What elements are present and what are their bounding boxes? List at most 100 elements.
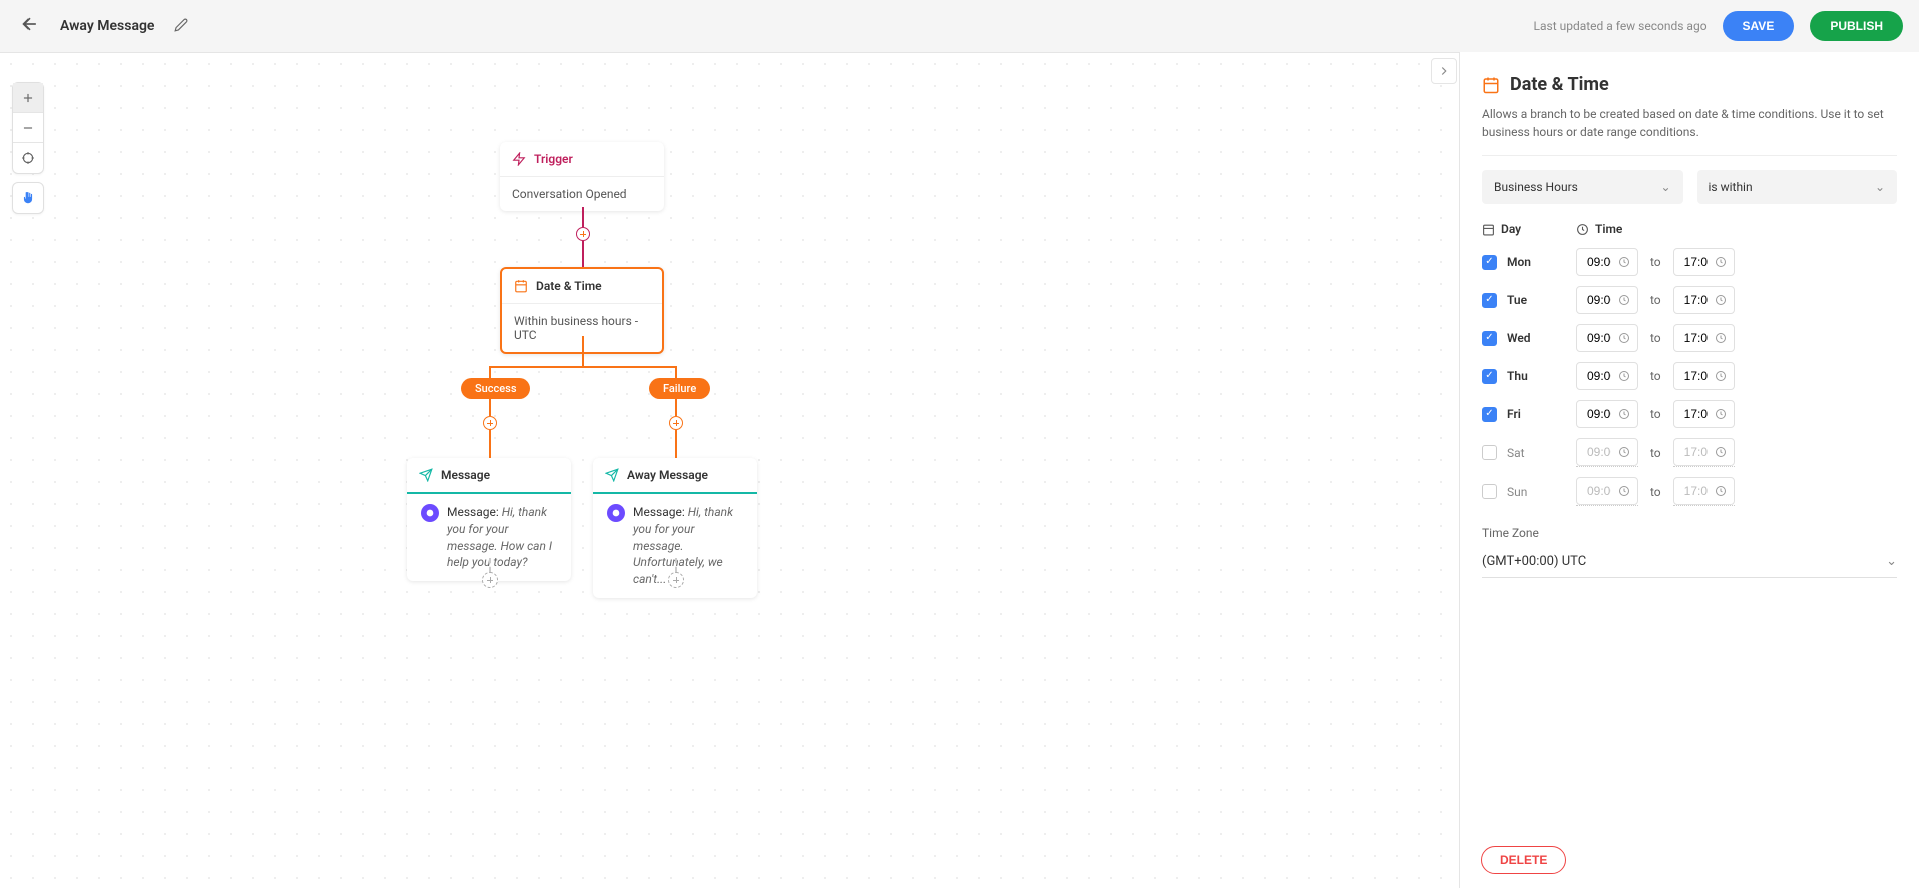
side-panel: Date & Time Allows a branch to be create… bbox=[1459, 52, 1919, 888]
chevron-down-icon: ⌄ bbox=[1875, 180, 1885, 194]
day-label: Mon bbox=[1507, 255, 1531, 269]
day-label: Fri bbox=[1507, 407, 1521, 421]
end-time-input[interactable] bbox=[1673, 286, 1735, 314]
start-time-input[interactable] bbox=[1576, 286, 1638, 314]
day-label: Tue bbox=[1507, 293, 1527, 307]
panel-description: Allows a branch to be created based on d… bbox=[1482, 105, 1897, 156]
flow-canvas[interactable]: Trigger Conversation Opened Date & Time … bbox=[0, 52, 1459, 888]
header: Away Message Last updated a few seconds … bbox=[0, 0, 1919, 52]
canvas-tools bbox=[12, 82, 44, 214]
datetime-label: Date & Time bbox=[536, 279, 602, 293]
day-checkbox-thu[interactable] bbox=[1482, 369, 1497, 384]
to-label: to bbox=[1650, 369, 1661, 383]
calendar-icon bbox=[1482, 76, 1500, 94]
timezone-label: Time Zone bbox=[1482, 526, 1897, 540]
page-title: Away Message bbox=[60, 18, 155, 34]
end-time-input[interactable] bbox=[1673, 438, 1735, 466]
fit-view-button[interactable] bbox=[13, 143, 43, 173]
save-button[interactable]: SAVE bbox=[1723, 11, 1795, 41]
connector-line bbox=[582, 241, 584, 267]
day-label: Wed bbox=[1507, 331, 1531, 345]
day-checkbox-tue[interactable] bbox=[1482, 293, 1497, 308]
add-node-button[interactable] bbox=[576, 227, 590, 241]
add-node-button[interactable] bbox=[668, 572, 684, 588]
channel-icon bbox=[421, 504, 439, 522]
away-message-content: Message: Hi, thank you for your message.… bbox=[633, 504, 743, 588]
day-checkbox-sun[interactable] bbox=[1482, 484, 1497, 499]
zoom-in-button[interactable] bbox=[13, 83, 43, 113]
connector-line bbox=[489, 430, 491, 458]
pan-tool-button[interactable] bbox=[13, 183, 43, 213]
day-row-sat: Sat to bbox=[1482, 438, 1897, 467]
channel-icon bbox=[607, 504, 625, 522]
branch-failure-badge: Failure bbox=[649, 378, 710, 399]
day-checkbox-sat[interactable] bbox=[1482, 445, 1497, 460]
add-node-button[interactable] bbox=[483, 416, 497, 430]
end-time-input[interactable] bbox=[1673, 400, 1735, 428]
trigger-body: Conversation Opened bbox=[500, 177, 664, 211]
add-node-button[interactable] bbox=[482, 572, 498, 588]
message-content: Message: Hi, thank you for your message.… bbox=[447, 504, 557, 571]
end-time-input[interactable] bbox=[1673, 477, 1735, 505]
zoom-out-button[interactable] bbox=[13, 113, 43, 143]
chevron-down-icon: ⌄ bbox=[1886, 554, 1897, 569]
connector-line bbox=[582, 336, 584, 366]
to-label: to bbox=[1650, 331, 1661, 345]
send-icon bbox=[419, 468, 433, 482]
connector-line bbox=[675, 430, 677, 458]
to-label: to bbox=[1650, 446, 1661, 460]
condition-type-select[interactable]: Business Hours ⌄ bbox=[1482, 170, 1683, 204]
day-row-wed: Wed to bbox=[1482, 324, 1897, 352]
time-header: Time bbox=[1595, 222, 1622, 236]
publish-button[interactable]: PUBLISH bbox=[1810, 11, 1903, 41]
connector-line-dashed bbox=[489, 558, 491, 572]
start-time-input[interactable] bbox=[1576, 400, 1638, 428]
message-label: Message bbox=[441, 468, 490, 482]
node-trigger[interactable]: Trigger Conversation Opened bbox=[500, 142, 664, 211]
edit-icon[interactable] bbox=[174, 17, 188, 36]
day-checkbox-fri[interactable] bbox=[1482, 407, 1497, 422]
trigger-icon bbox=[512, 152, 526, 166]
start-time-input[interactable] bbox=[1576, 248, 1638, 276]
start-time-input[interactable] bbox=[1576, 362, 1638, 390]
to-label: to bbox=[1650, 485, 1661, 499]
day-row-sun: Sun to bbox=[1482, 477, 1897, 506]
day-row-thu: Thu to bbox=[1482, 362, 1897, 390]
to-label: to bbox=[1650, 255, 1661, 269]
clock-icon bbox=[1576, 223, 1589, 236]
end-time-input[interactable] bbox=[1673, 362, 1735, 390]
day-row-fri: Fri to bbox=[1482, 400, 1897, 428]
add-node-button[interactable] bbox=[669, 416, 683, 430]
day-row-tue: Tue to bbox=[1482, 286, 1897, 314]
day-checkbox-mon[interactable] bbox=[1482, 255, 1497, 270]
connector-line-dashed bbox=[675, 558, 677, 572]
end-time-input[interactable] bbox=[1673, 248, 1735, 276]
delete-button[interactable]: DELETE bbox=[1481, 846, 1566, 874]
day-label: Sat bbox=[1507, 446, 1525, 460]
day-label: Thu bbox=[1507, 369, 1528, 383]
to-label: to bbox=[1650, 407, 1661, 421]
timezone-select[interactable]: (GMT+00:00) UTC ⌄ bbox=[1482, 546, 1897, 578]
calendar-icon bbox=[1482, 223, 1495, 236]
calendar-icon bbox=[514, 279, 528, 293]
start-time-input[interactable] bbox=[1576, 438, 1638, 466]
day-checkbox-wed[interactable] bbox=[1482, 331, 1497, 346]
end-time-input[interactable] bbox=[1673, 324, 1735, 352]
last-updated-text: Last updated a few seconds ago bbox=[1534, 19, 1707, 33]
away-message-label: Away Message bbox=[627, 468, 708, 482]
connector-line bbox=[582, 207, 584, 227]
day-row-mon: Mon to bbox=[1482, 248, 1897, 276]
chevron-down-icon: ⌄ bbox=[1660, 180, 1670, 194]
day-header: Day bbox=[1501, 222, 1521, 236]
start-time-input[interactable] bbox=[1576, 477, 1638, 505]
back-arrow-icon[interactable] bbox=[16, 14, 40, 38]
branch-success-badge: Success bbox=[461, 378, 530, 399]
send-icon bbox=[605, 468, 619, 482]
to-label: to bbox=[1650, 293, 1661, 307]
start-time-input[interactable] bbox=[1576, 324, 1638, 352]
day-label: Sun bbox=[1507, 485, 1527, 499]
operator-select[interactable]: is within ⌄ bbox=[1697, 170, 1898, 204]
trigger-label: Trigger bbox=[534, 152, 573, 166]
collapse-panel-button[interactable] bbox=[1431, 58, 1457, 84]
connector-line bbox=[489, 366, 676, 368]
